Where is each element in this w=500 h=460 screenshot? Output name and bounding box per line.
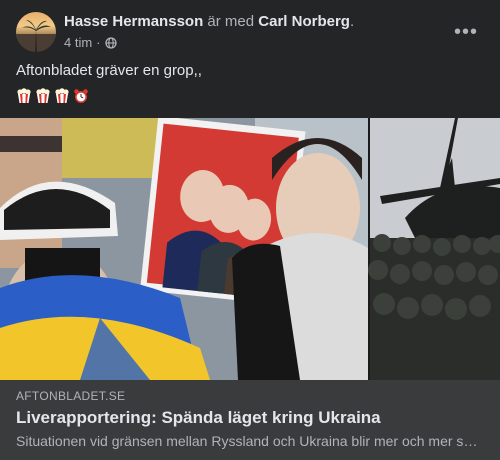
emoji-row — [16, 88, 89, 106]
popcorn-icon — [54, 88, 70, 106]
globe-icon[interactable] — [104, 36, 117, 49]
post-text: Aftonbladet gräver en grop,, — [16, 62, 202, 79]
post-time[interactable]: 4 tim — [64, 35, 92, 50]
author-name[interactable]: Hasse Hermansson — [64, 13, 203, 30]
author-line: Hasse Hermansson är med Carl Norberg. — [64, 13, 354, 30]
alarm-clock-icon — [73, 88, 89, 106]
link-title[interactable]: Liverapportering: Spända läget kring Ukr… — [16, 408, 381, 428]
tagged-name[interactable]: Carl Norberg — [258, 13, 350, 30]
avatar-image — [16, 20, 56, 52]
avatar[interactable] — [16, 12, 56, 52]
link-preview-image[interactable] — [0, 118, 500, 380]
link-card[interactable]: AFTONBLADET.SE Liverapportering: Spända … — [0, 380, 500, 460]
with-text: är med — [207, 13, 255, 30]
meta-separator: · — [96, 35, 101, 50]
protest-photo — [0, 118, 500, 380]
link-domain: AFTONBLADET.SE — [16, 389, 126, 403]
post-meta: 4 tim · — [64, 35, 117, 50]
post-header: Hasse Hermansson är med Carl Norberg. 4 … — [16, 12, 484, 52]
tagged-suffix: . — [349, 13, 355, 30]
popcorn-icon — [16, 88, 32, 106]
more-horizontal-icon: ••• — [453, 20, 478, 43]
link-description: Situationen vid gränsen mellan Ryssland … — [16, 433, 482, 449]
more-options-button[interactable]: ••• — [448, 14, 484, 50]
popcorn-icon — [35, 88, 51, 106]
